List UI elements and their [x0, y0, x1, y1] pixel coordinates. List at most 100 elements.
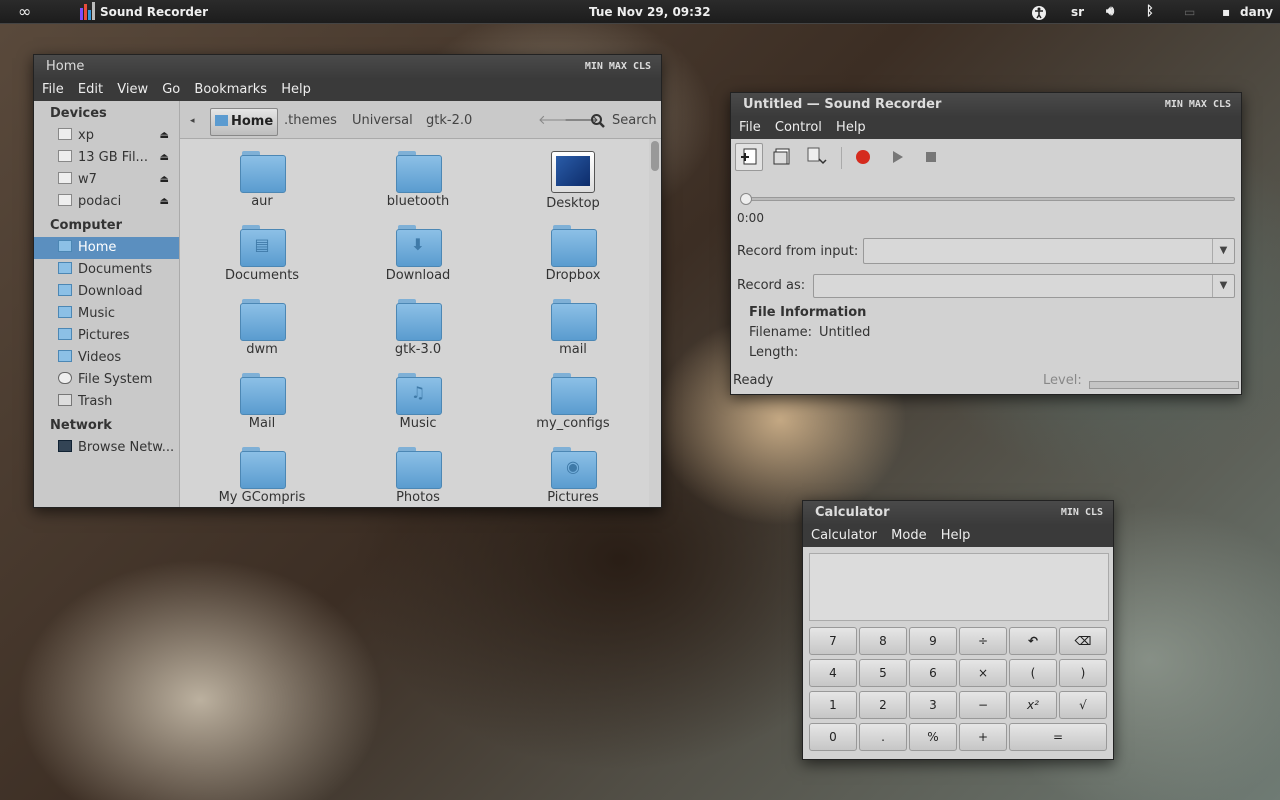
app-menu-icon[interactable] [78, 0, 98, 24]
stop-button[interactable] [917, 143, 945, 171]
keyboard-layout[interactable]: sr [1071, 0, 1084, 24]
minimize-button[interactable]: MIN [1165, 99, 1183, 110]
file-item-dropbox[interactable]: Dropbox [513, 225, 633, 283]
maximize-button[interactable]: MAX [1189, 99, 1207, 110]
menu-view[interactable]: View [115, 82, 150, 97]
file-item-desktop[interactable]: Desktop [513, 151, 633, 211]
key-8[interactable]: 8 [859, 627, 907, 655]
record-from-select[interactable]: ▼ [863, 238, 1235, 264]
maximize-button[interactable]: MAX [609, 61, 627, 72]
key-equals[interactable]: = [1009, 723, 1107, 751]
sidebar-item-file-system[interactable]: File System [34, 369, 179, 391]
file-item-mail-lower[interactable]: mail [513, 299, 633, 357]
key-4[interactable]: 4 [809, 659, 857, 687]
calculator-titlebar[interactable]: Calculator MIN CLS [803, 501, 1113, 525]
close-button[interactable]: CLS [1085, 507, 1103, 518]
key-multiply[interactable]: × [959, 659, 1007, 687]
key-0[interactable]: 0 [809, 723, 857, 751]
new-button[interactable] [735, 143, 763, 171]
battery-icon[interactable]: ▭ [1184, 0, 1195, 24]
app-menu-label[interactable]: Sound Recorder [100, 0, 208, 24]
file-item-pictures[interactable]: ◉ Pictures [513, 447, 633, 505]
file-item-aur[interactable]: aur [202, 151, 322, 209]
key-percent[interactable]: % [909, 723, 957, 751]
sidebar-item-podaci[interactable]: podaci ⏏ [34, 191, 179, 213]
file-item-my-gcompris[interactable]: My GCompris [202, 447, 322, 505]
key-add[interactable]: + [959, 723, 1007, 751]
eject-icon[interactable]: ⏏ [160, 147, 169, 169]
breadcrumb-home[interactable]: Home [210, 108, 279, 136]
breadcrumb-gtk2[interactable]: gtk-2.0 [426, 110, 472, 132]
sidebar-item-documents[interactable]: Documents [34, 259, 179, 281]
sidebar-item-trash[interactable]: Trash [34, 391, 179, 413]
minimize-button[interactable]: MIN [585, 61, 603, 72]
minimize-button[interactable]: MIN [1061, 507, 1079, 518]
key-open-paren[interactable]: ( [1009, 659, 1057, 687]
user-menu[interactable]: dany [1240, 0, 1273, 24]
position-slider[interactable] [740, 193, 1235, 205]
key-subtract[interactable]: − [959, 691, 1007, 719]
key-sqrt[interactable]: √ [1059, 691, 1107, 719]
menu-file[interactable]: File [40, 82, 66, 97]
breadcrumb-universal[interactable]: Universal [352, 110, 413, 132]
menu-help[interactable]: Help [834, 120, 868, 135]
key-square[interactable]: x² [1009, 691, 1057, 719]
accessibility-icon[interactable] [1031, 0, 1047, 24]
search-icon[interactable] [590, 110, 606, 132]
file-item-dwm[interactable]: dwm [202, 299, 322, 357]
sidebar-item-videos[interactable]: Videos [34, 347, 179, 369]
menu-go[interactable]: Go [160, 82, 182, 97]
sidebar-item-13gb[interactable]: 13 GB Fil... ⏏ [34, 147, 179, 169]
key-5[interactable]: 5 [859, 659, 907, 687]
file-item-bluetooth[interactable]: bluetooth [358, 151, 478, 209]
calculator-display[interactable] [809, 553, 1109, 621]
menu-bookmarks[interactable]: Bookmarks [192, 82, 269, 97]
key-9[interactable]: 9 [909, 627, 957, 655]
menu-help[interactable]: Help [279, 82, 313, 97]
file-manager-titlebar[interactable]: Home MIN MAX CLS [34, 55, 661, 79]
eject-icon[interactable]: ⏏ [160, 169, 169, 191]
file-item-download[interactable]: ⬇ Download [358, 225, 478, 283]
key-7[interactable]: 7 [809, 627, 857, 655]
sidebar-item-browse-network[interactable]: Browse Netw... [34, 437, 179, 459]
menu-help[interactable]: Help [939, 528, 973, 543]
record-as-select[interactable]: ▼ [813, 274, 1235, 298]
key-close-paren[interactable]: ) [1059, 659, 1107, 687]
file-item-mail[interactable]: Mail [202, 373, 322, 431]
volume-icon[interactable]: 🔊︎ [1106, 0, 1114, 24]
search-button[interactable]: Search [612, 110, 657, 132]
key-6[interactable]: 6 [909, 659, 957, 687]
menu-calculator[interactable]: Calculator [809, 528, 879, 543]
backspace-button[interactable]: ⌫ [1059, 627, 1107, 655]
eject-icon[interactable]: ⏏ [160, 191, 169, 213]
scrollbar-thumb[interactable] [651, 141, 659, 171]
key-1[interactable]: 1 [809, 691, 857, 719]
clock[interactable]: Tue Nov 29, 09:32 [589, 0, 711, 24]
menu-file[interactable]: File [737, 120, 763, 135]
sound-recorder-titlebar[interactable]: Untitled — Sound Recorder MIN MAX CLS [731, 93, 1241, 117]
undo-button[interactable]: ↶ [1009, 627, 1057, 655]
close-button[interactable]: CLS [1213, 99, 1231, 110]
sidebar-item-music[interactable]: Music [34, 303, 179, 325]
eject-icon[interactable]: ⏏ [160, 125, 169, 147]
file-item-my-configs[interactable]: my_configs [513, 373, 633, 431]
save-as-button[interactable] [803, 143, 831, 171]
bluetooth-icon[interactable]: ᛒ [1146, 0, 1154, 24]
sidebar-item-w7[interactable]: w7 ⏏ [34, 169, 179, 191]
play-button[interactable] [883, 143, 911, 171]
file-item-music[interactable]: ♫ Music [358, 373, 478, 431]
key-divide[interactable]: ÷ [959, 627, 1007, 655]
menu-mode[interactable]: Mode [889, 528, 928, 543]
close-button[interactable]: CLS [633, 61, 651, 72]
breadcrumb-themes[interactable]: .themes [284, 110, 337, 132]
key-2[interactable]: 2 [859, 691, 907, 719]
file-item-photos[interactable]: Photos [358, 447, 478, 505]
vertical-scrollbar[interactable] [649, 139, 661, 507]
sidebar-item-pictures[interactable]: Pictures [34, 325, 179, 347]
slider-handle[interactable] [740, 193, 752, 205]
sidebar-item-home[interactable]: Home [34, 237, 179, 259]
menu-control[interactable]: Control [773, 120, 824, 135]
open-button[interactable] [769, 143, 797, 171]
file-item-gtk3[interactable]: gtk-3.0 [358, 299, 478, 357]
menu-edit[interactable]: Edit [76, 82, 105, 97]
